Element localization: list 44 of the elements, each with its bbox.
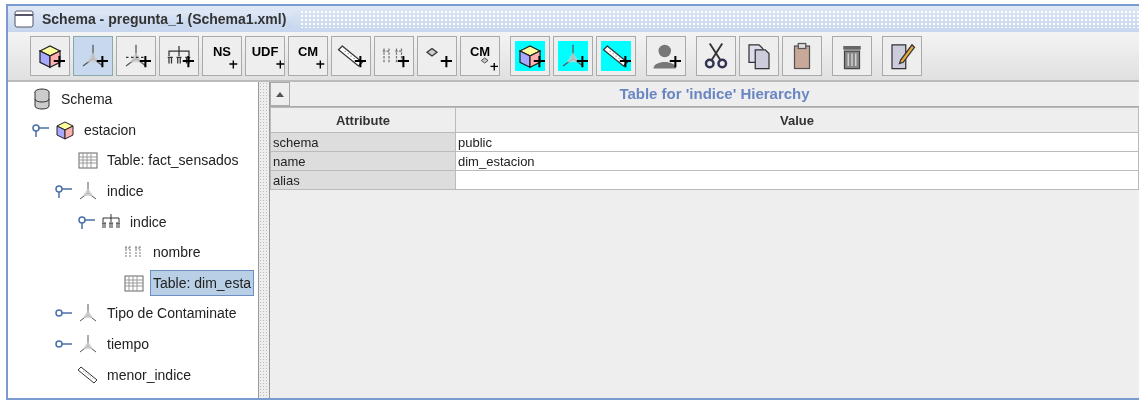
toolbar-button[interactable] (331, 36, 371, 76)
ruler-plus-icon (601, 41, 631, 71)
column-header: Attribute (270, 107, 456, 133)
splitter-handle[interactable] (259, 82, 269, 398)
toolbar-button[interactable]: CM (460, 36, 500, 76)
toolbar-button[interactable] (417, 36, 457, 76)
window-icon (14, 10, 34, 28)
expand-handle-icon[interactable] (77, 214, 95, 229)
toolbar-button[interactable] (510, 36, 550, 76)
toolbar-button[interactable]: CM (288, 36, 328, 76)
scroll-up-button[interactable] (270, 82, 290, 106)
tree-item[interactable]: Schema (58, 86, 116, 113)
toolbar-button[interactable] (646, 36, 686, 76)
tree-item[interactable]: Tipo de Contaminate (104, 300, 240, 327)
tree-item[interactable]: indice (104, 178, 147, 205)
tree-item[interactable]: menor_indice (104, 361, 195, 388)
tree-item[interactable]: Table: fact_sensados (104, 147, 242, 174)
expand-handle-icon[interactable] (31, 122, 49, 137)
panel-title: Table for 'indice' Hierarchy (618, 84, 811, 104)
tree-item[interactable]: tiempo (104, 331, 153, 358)
expand-handle-icon[interactable] (54, 184, 72, 199)
toolbar-button[interactable] (30, 36, 70, 76)
toolbar-button[interactable] (739, 36, 779, 76)
tree-item[interactable]: estacion (81, 116, 140, 143)
axes-plus-icon (558, 41, 588, 71)
window-title: Schema - pregunta_1 (Schema1.xml) (42, 11, 293, 27)
toolbar-button[interactable] (73, 36, 113, 76)
toolbar-button[interactable] (374, 36, 414, 76)
toolbar-button[interactable] (696, 36, 736, 76)
toolbar-button[interactable] (782, 36, 822, 76)
column-header: Value (455, 107, 1139, 133)
toolbar-button[interactable] (116, 36, 156, 76)
toolbar-button[interactable] (553, 36, 593, 76)
tree-item[interactable]: nombre (150, 239, 204, 266)
triangle-up-icon (276, 91, 284, 97)
tree-item[interactable]: Table: dim_esta (150, 269, 255, 296)
tree-item[interactable]: indice (127, 208, 170, 235)
toolbar-button[interactable]: NS (202, 36, 242, 76)
toolbar-button[interactable] (832, 36, 872, 76)
toolbar-button[interactable] (882, 36, 922, 76)
toolbar-button[interactable] (159, 36, 199, 76)
toolbar-button[interactable] (596, 36, 636, 76)
toolbar-button[interactable]: UDF (245, 36, 285, 76)
cube-plus-icon (515, 41, 545, 71)
